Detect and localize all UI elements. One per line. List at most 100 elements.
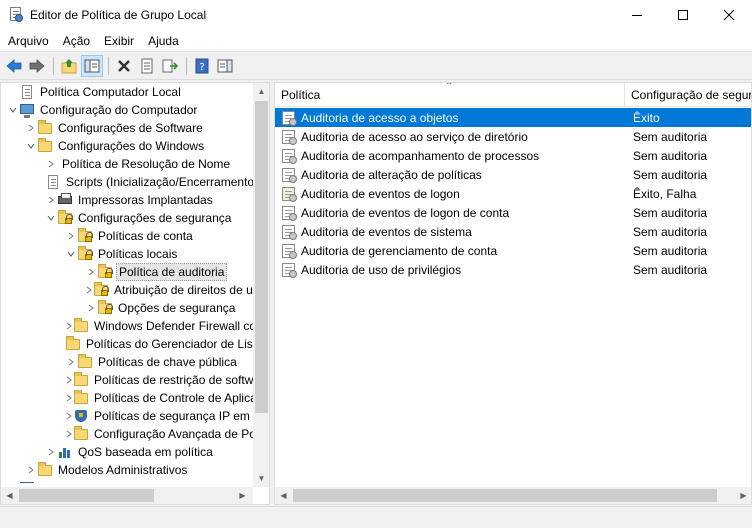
list-item[interactable]: Auditoria de acesso a objetos Êxito xyxy=(275,108,751,127)
tree-item[interactable]: Políticas de chave pública xyxy=(1,353,253,371)
collapsed-chevron-icon[interactable] xyxy=(65,317,73,335)
list-horizontal-scrollbar[interactable]: ◀ ▶ xyxy=(275,487,751,504)
tree-item-label: Políticas de chave pública xyxy=(98,355,237,369)
tree-item[interactable]: Política de Resolução de Nome xyxy=(1,155,253,173)
policy-name: Auditoria de acesso a objetos xyxy=(301,110,459,125)
menu-acao[interactable]: Ação xyxy=(55,34,96,48)
tree-item[interactable]: Opções de segurança xyxy=(1,299,253,317)
audit-policy-icon xyxy=(281,129,297,145)
tree-item-label: Opções de segurança xyxy=(118,301,236,315)
scroll-down-arrow-icon[interactable]: ▼ xyxy=(253,470,269,487)
list-item[interactable]: Auditoria de gerenciamento de conta Sem a… xyxy=(275,241,751,260)
tree-item[interactable]: Políticas de segurança IP em Computador … xyxy=(1,407,253,425)
column-header-policy[interactable]: Política ⌃ xyxy=(275,83,625,107)
scrollbar-thumb[interactable] xyxy=(293,489,717,502)
script-doc-icon xyxy=(45,174,61,190)
list-item[interactable]: Auditoria de acompanhamento de processos… xyxy=(275,146,751,165)
audit-policy-icon xyxy=(281,167,297,183)
tree-horizontal-scrollbar[interactable]: ◀ ▶ xyxy=(1,487,253,504)
tree-item[interactable]: Políticas locais xyxy=(1,245,253,263)
collapsed-chevron-icon[interactable] xyxy=(65,353,77,371)
tree-item[interactable]: Impressoras Implantadas xyxy=(1,191,253,209)
tree-item[interactable]: Scripts (Inicialização/Encerramento) xyxy=(1,173,253,191)
export-list-icon xyxy=(162,59,178,73)
scroll-left-arrow-icon[interactable]: ◀ xyxy=(275,487,292,504)
forward-button[interactable] xyxy=(26,55,48,77)
collapsed-chevron-icon[interactable] xyxy=(45,155,57,173)
menu-exibir[interactable]: Exibir xyxy=(96,34,140,48)
tree-item[interactable]: Políticas de conta xyxy=(1,227,253,245)
tree-vertical-scrollbar[interactable]: ▲ ▼ xyxy=(253,83,269,487)
expanded-chevron-icon[interactable] xyxy=(7,101,19,119)
list-item[interactable]: Auditoria de uso de privilégios Sem audit… xyxy=(275,260,751,279)
audit-policy-icon xyxy=(281,110,297,126)
collapsed-chevron-icon[interactable] xyxy=(85,281,93,299)
tree-item[interactable]: Políticas do Gerenciador de Listas de Re… xyxy=(1,335,253,353)
tree-item[interactable]: Windows Defender Firewall com Segurança … xyxy=(1,317,253,335)
collapsed-chevron-icon[interactable] xyxy=(85,263,97,281)
collapsed-chevron-icon[interactable] xyxy=(45,191,57,209)
scroll-up-arrow-icon[interactable]: ▲ xyxy=(253,83,269,100)
scrollbar-thumb[interactable] xyxy=(19,489,154,502)
tree-item[interactable]: Políticas de restrição de software xyxy=(1,371,253,389)
show-hide-console-tree-button[interactable] xyxy=(81,55,103,77)
policy-list: Auditoria de acesso a objetos Êxito Audito… xyxy=(275,108,751,279)
collapsed-chevron-icon[interactable] xyxy=(65,389,73,407)
tree-item[interactable]: Atribuição de direitos de usuário xyxy=(1,281,253,299)
minimize-button[interactable] xyxy=(614,0,660,30)
maximize-icon xyxy=(678,10,688,20)
maximize-button[interactable] xyxy=(660,0,706,30)
collapsed-chevron-icon[interactable] xyxy=(65,227,77,245)
title-bar: Editor de Política de Grupo Local xyxy=(0,0,752,30)
scroll-right-arrow-icon[interactable]: ▶ xyxy=(234,487,251,504)
expanded-chevron-icon[interactable] xyxy=(45,209,57,227)
tree-item[interactable]: Política de auditoria xyxy=(1,263,253,281)
qos-chart-icon xyxy=(57,444,73,460)
collapsed-chevron-icon[interactable] xyxy=(65,371,73,389)
tree-item[interactable]: Modelos Administrativos xyxy=(1,461,253,479)
tree-item[interactable]: Configurações de Software xyxy=(1,119,253,137)
show-hide-action-pane-button[interactable] xyxy=(214,55,236,77)
collapsed-chevron-icon[interactable] xyxy=(7,479,19,483)
scroll-right-arrow-icon[interactable]: ▶ xyxy=(735,487,751,504)
delete-button[interactable] xyxy=(113,55,135,77)
back-button[interactable] xyxy=(3,55,25,77)
up-one-level-button[interactable] xyxy=(58,55,80,77)
menu-bar: Arquivo Ação Exibir Ajuda xyxy=(0,30,752,52)
properties-button[interactable] xyxy=(136,55,158,77)
close-button[interactable] xyxy=(706,0,752,30)
collapsed-chevron-icon[interactable] xyxy=(25,119,37,137)
menu-ajuda[interactable]: Ajuda xyxy=(140,34,185,48)
up-folder-icon xyxy=(61,59,77,74)
list-item[interactable]: Auditoria de alteração de políticas Sem a… xyxy=(275,165,751,184)
collapsed-chevron-icon[interactable] xyxy=(45,443,57,461)
tree-item[interactable]: QoS baseada em política xyxy=(1,443,253,461)
tree-item[interactable]: Configuração do Computador xyxy=(1,101,253,119)
tree-item[interactable]: Configuração do Usuário xyxy=(1,479,253,483)
collapsed-chevron-icon[interactable] xyxy=(65,407,73,425)
scroll-left-arrow-icon[interactable]: ◀ xyxy=(1,487,18,504)
collapsed-chevron-icon[interactable] xyxy=(65,425,73,443)
export-list-button[interactable] xyxy=(159,55,181,77)
scrollbar-thumb[interactable] xyxy=(255,101,268,413)
tree-item[interactable]: Configurações de segurança xyxy=(1,209,253,227)
tree-item[interactable]: Configurações do Windows xyxy=(1,137,253,155)
column-header-security-setting[interactable]: Configuração de segurança xyxy=(625,83,751,107)
menu-arquivo[interactable]: Arquivo xyxy=(0,34,55,48)
list-item[interactable]: Auditoria de eventos de logon de conta Se… xyxy=(275,203,751,222)
list-item[interactable]: Auditoria de acesso ao serviço de diretó… xyxy=(275,127,751,146)
computer-icon xyxy=(19,102,35,118)
console-tree-pane: Política Computador Local Configuração do… xyxy=(0,82,270,505)
tree-item[interactable]: Política Computador Local xyxy=(1,83,253,101)
folder-icon xyxy=(37,138,53,154)
collapsed-chevron-icon[interactable] xyxy=(25,461,37,479)
delete-x-icon xyxy=(118,60,130,72)
list-item[interactable]: Auditoria de eventos de sistema Sem audit… xyxy=(275,222,751,241)
tree-item[interactable]: Configuração Avançada de Política de Aud… xyxy=(1,425,253,443)
expanded-chevron-icon[interactable] xyxy=(65,245,77,263)
help-button[interactable]: ? xyxy=(191,55,213,77)
expanded-chevron-icon[interactable] xyxy=(25,137,37,155)
collapsed-chevron-icon[interactable] xyxy=(85,299,97,317)
list-item[interactable]: Auditoria de eventos de logon Êxito, Falh… xyxy=(275,184,751,203)
tree-item[interactable]: Políticas de Controle de Aplicativo xyxy=(1,389,253,407)
